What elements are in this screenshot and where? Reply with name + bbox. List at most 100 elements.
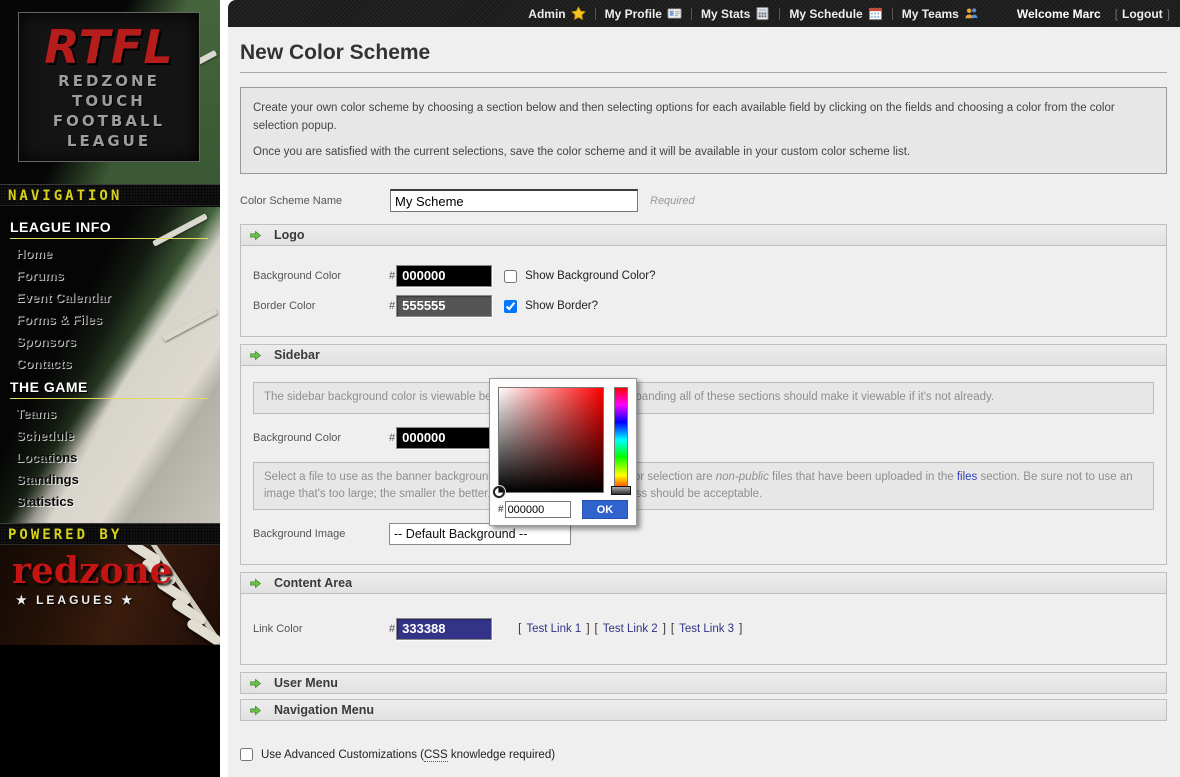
- sidebar-item-teams[interactable]: Teams: [10, 403, 220, 425]
- files-link[interactable]: files: [957, 471, 977, 483]
- logout-button[interactable]: [ Logout ]: [1115, 7, 1170, 21]
- bracket: [: [1115, 7, 1118, 21]
- background-image-select[interactable]: -- Default Background --: [389, 523, 571, 545]
- topbar-item-my-teams[interactable]: My Teams: [902, 6, 979, 21]
- green-arrow-icon: [249, 577, 262, 590]
- section-title: Sidebar: [274, 348, 320, 362]
- section-body-content-area: Link Color # 333388 [ Test Link 1 ] [ Te…: [240, 594, 1167, 665]
- topbar-item-label: My Schedule: [789, 7, 862, 21]
- test-link-3[interactable]: Test Link 3: [679, 623, 734, 635]
- section-header-sidebar[interactable]: Sidebar: [240, 344, 1167, 366]
- sidebar-item-statistics[interactable]: Statistics: [10, 491, 220, 513]
- layout-gutter: [220, 0, 228, 777]
- required-note: Required: [650, 195, 695, 207]
- calculator-icon: [755, 6, 770, 21]
- logo-border-color-row: Border Color # 555555 Show Border?: [253, 294, 1154, 318]
- css-abbr: CSS: [424, 749, 448, 762]
- logo-background-color-row: Background Color # 000000 Show Backgroun…: [253, 264, 1154, 288]
- bracket: [: [595, 623, 598, 635]
- sidebar-item-sponsors[interactable]: Sponsors: [10, 331, 220, 353]
- main-content: New Color Scheme Create your own color s…: [228, 27, 1180, 777]
- sidebar-background-color-swatch[interactable]: 000000: [396, 427, 492, 449]
- section-title: Logo: [274, 228, 305, 242]
- app-window: RTFL REDZONE TOUCH FOOTBALL LEAGUE NAVIG…: [0, 0, 1180, 777]
- intro-paragraph: Once you are satisfied with the current …: [253, 144, 1154, 162]
- show-border-checkbox[interactable]: [504, 300, 517, 313]
- test-links: [ Test Link 1 ] [ Test Link 2 ] [ Test L…: [518, 623, 742, 635]
- section-header-content-area[interactable]: Content Area: [240, 572, 1167, 594]
- hex-color-input[interactable]: [505, 501, 571, 518]
- bracket: ]: [586, 623, 589, 635]
- topbar-divider: [691, 8, 692, 20]
- checkbox-label: Show Background Color?: [525, 270, 655, 282]
- sidebar-item-contacts[interactable]: Contacts: [10, 353, 220, 375]
- section-body-sidebar: The sidebar background color is viewable…: [240, 366, 1167, 565]
- saturation-value-square[interactable]: [498, 387, 604, 493]
- league-logo-acronym: RTFL: [44, 23, 173, 71]
- section-title: Navigation Menu: [274, 703, 374, 717]
- football-photo: redzone ★ LEAGUES ★: [0, 545, 220, 645]
- green-arrow-icon: [249, 677, 262, 690]
- topbar-item-my-schedule[interactable]: My Schedule: [789, 6, 882, 21]
- topbar-item-admin[interactable]: Admin: [528, 6, 585, 21]
- hash-prefix: #: [389, 623, 395, 635]
- advanced-label-post: knowledge required): [448, 749, 555, 761]
- bracket: [: [671, 623, 674, 635]
- page-title: New Color Scheme: [240, 41, 1167, 73]
- field-label: Background Color: [253, 270, 389, 282]
- powered-by-banner: POWERED BY: [0, 523, 220, 545]
- note-emphasis: non-public: [716, 471, 769, 483]
- sidebar-item-forums[interactable]: Forums: [10, 265, 220, 287]
- hash-prefix: #: [389, 300, 395, 312]
- sidebar-item-forms-files[interactable]: Forms & Files: [10, 309, 220, 331]
- topbar-divider: [892, 8, 893, 20]
- sidebar-item-home[interactable]: Home: [10, 243, 220, 265]
- scheme-name-input[interactable]: [390, 189, 638, 212]
- logo-background-color-swatch[interactable]: 000000: [396, 265, 492, 287]
- hash-prefix: #: [498, 504, 504, 515]
- test-link-2[interactable]: Test Link 2: [603, 623, 658, 635]
- color-cursor[interactable]: [493, 486, 505, 498]
- topbar-divider: [595, 8, 596, 20]
- nav-section-league-info: LEAGUE INFO: [10, 215, 208, 239]
- topbar-item-my-stats[interactable]: My Stats: [701, 6, 770, 21]
- show-background-color-checkbox[interactable]: [504, 270, 517, 283]
- navigation-banner: NAVIGATION: [0, 184, 220, 206]
- section-title: Content Area: [274, 576, 352, 590]
- sidebar-item-standings[interactable]: Standings: [10, 469, 220, 491]
- logo-border-color-swatch[interactable]: 555555: [396, 295, 492, 317]
- advanced-customizations-checkbox[interactable]: [240, 748, 253, 761]
- test-link-1[interactable]: Test Link 1: [526, 623, 581, 635]
- sidebar-note: The sidebar background color is viewable…: [253, 382, 1154, 413]
- hue-slider[interactable]: [614, 387, 628, 493]
- note-text: files that have been uploaded in the: [769, 471, 957, 483]
- color-picker-popup: # OK: [489, 378, 637, 526]
- redzone-leagues-logo: redzone: [12, 551, 173, 591]
- green-arrow-icon: [249, 229, 262, 242]
- welcome-text: Welcome Marc: [1017, 7, 1101, 21]
- section-header-logo[interactable]: Logo: [240, 224, 1167, 246]
- league-logo-line: TOUCH: [72, 91, 146, 111]
- sidebar: RTFL REDZONE TOUCH FOOTBALL LEAGUE NAVIG…: [0, 0, 220, 777]
- advanced-customizations-row: Use Advanced Customizations (CSS knowled…: [240, 745, 1167, 764]
- calendar-icon: [868, 6, 883, 21]
- green-arrow-icon: [249, 704, 262, 717]
- field-label: Background Image: [253, 528, 389, 540]
- link-color-swatch[interactable]: 333388: [396, 618, 492, 640]
- section-title: User Menu: [274, 676, 338, 690]
- sidebar-item-locations[interactable]: Locations: [10, 447, 220, 469]
- topbar-item-my-profile[interactable]: My Profile: [605, 6, 682, 21]
- link-color-row: Link Color # 333388 [ Test Link 1 ] [ Te…: [253, 612, 1154, 646]
- sidebar-item-schedule[interactable]: Schedule: [10, 425, 220, 447]
- background-image-note: Select a file to use as the banner backg…: [253, 462, 1154, 511]
- topbar-item-label: Admin: [528, 7, 565, 21]
- league-logo-line: FOOTBALL: [53, 111, 165, 131]
- logout-label: Logout: [1122, 7, 1163, 21]
- sidebar-item-event-calendar[interactable]: Event Calendar: [10, 287, 220, 309]
- section-header-user-menu[interactable]: User Menu: [240, 672, 1167, 694]
- section-header-navigation-menu[interactable]: Navigation Menu: [240, 699, 1167, 721]
- section-body-logo: Background Color # 000000 Show Backgroun…: [240, 246, 1167, 337]
- hue-slider-handle[interactable]: [611, 486, 631, 495]
- ok-button[interactable]: OK: [582, 500, 628, 519]
- checkbox-label: Show Border?: [525, 300, 598, 312]
